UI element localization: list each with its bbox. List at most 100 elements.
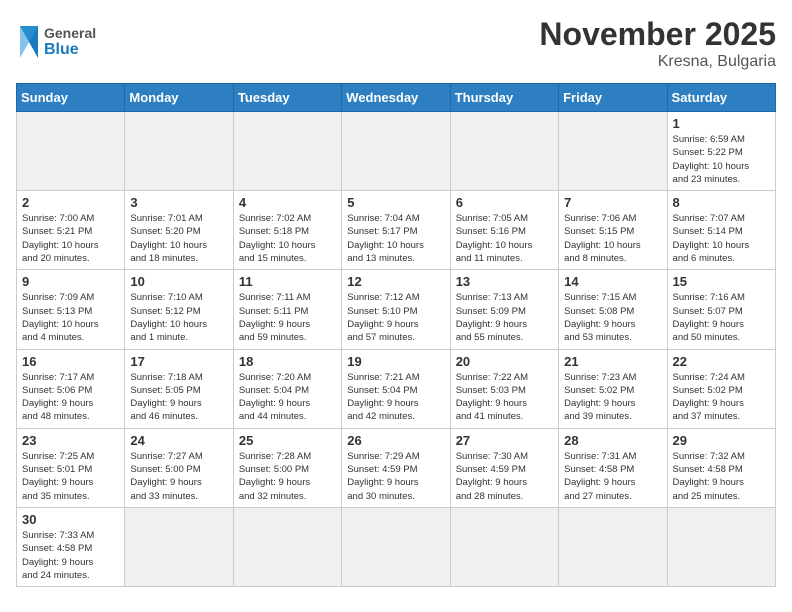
calendar-day: 21Sunrise: 7:23 AM Sunset: 5:02 PM Dayli… xyxy=(559,349,667,428)
day-info: Sunrise: 7:18 AM Sunset: 5:05 PM Dayligh… xyxy=(130,371,227,424)
calendar-day xyxy=(17,112,125,191)
calendar-day: 9 Sunrise: 7:09 AM Sunset: 5:13 PM Daylig… xyxy=(17,270,125,349)
day-number: 21 xyxy=(564,354,661,369)
day-number: 20 xyxy=(456,354,553,369)
calendar-day: 24 Sunrise: 7:27 AM Sunset: 5:00 PM Dayli… xyxy=(125,428,233,507)
day-info: Sunrise: 7:06 AM Sunset: 5:15 PM Dayligh… xyxy=(564,212,661,265)
day-info: Sunrise: 7:07 AM Sunset: 5:14 PM Dayligh… xyxy=(673,212,770,265)
day-number: 14 xyxy=(564,274,661,289)
day-number: 5 xyxy=(347,195,444,210)
weekday-header-sunday: Sunday xyxy=(17,84,125,112)
day-number: 22 xyxy=(673,354,770,369)
calendar-day: 25 Sunrise: 7:28 AM Sunset: 5:00 PM Dayli… xyxy=(233,428,341,507)
calendar-day xyxy=(342,507,450,586)
day-info: Sunrise: 7:28 AM Sunset: 5:00 PM Dayligh… xyxy=(239,450,336,503)
calendar-day: 30 Sunrise: 7:33 AM Sunset: 4:58 PM Dayli… xyxy=(17,507,125,586)
calendar-day: 19 Sunrise: 7:21 AM Sunset: 5:04 PM Dayli… xyxy=(342,349,450,428)
day-info: Sunrise: 7:32 AM Sunset: 4:58 PM Dayligh… xyxy=(673,450,770,503)
calendar-day xyxy=(233,507,341,586)
calendar-day: 27Sunrise: 7:30 AM Sunset: 4:59 PM Dayli… xyxy=(450,428,558,507)
calendar-day: 12 Sunrise: 7:12 AM Sunset: 5:10 PM Dayli… xyxy=(342,270,450,349)
day-number: 17 xyxy=(130,354,227,369)
calendar-day xyxy=(559,507,667,586)
calendar-day: 5 Sunrise: 7:04 AM Sunset: 5:17 PM Daylig… xyxy=(342,191,450,270)
title-section: November 2025 Kresna, Bulgaria xyxy=(539,16,776,71)
day-number: 18 xyxy=(239,354,336,369)
day-info: Sunrise: 7:30 AM Sunset: 4:59 PM Dayligh… xyxy=(456,450,553,503)
svg-text:General: General xyxy=(44,25,96,41)
day-number: 8 xyxy=(673,195,770,210)
calendar-day: 22 Sunrise: 7:24 AM Sunset: 5:02 PM Dayli… xyxy=(667,349,775,428)
calendar-day xyxy=(125,112,233,191)
calendar-day: 6 Sunrise: 7:05 AM Sunset: 5:16 PM Daylig… xyxy=(450,191,558,270)
calendar-day xyxy=(559,112,667,191)
calendar-day xyxy=(233,112,341,191)
calendar-day: 16Sunrise: 7:17 AM Sunset: 5:06 PM Dayli… xyxy=(17,349,125,428)
calendar-day: 17 Sunrise: 7:18 AM Sunset: 5:05 PM Dayli… xyxy=(125,349,233,428)
day-number: 9 xyxy=(22,274,119,289)
day-info: Sunrise: 7:21 AM Sunset: 5:04 PM Dayligh… xyxy=(347,371,444,424)
day-info: Sunrise: 7:01 AM Sunset: 5:20 PM Dayligh… xyxy=(130,212,227,265)
day-number: 16 xyxy=(22,354,119,369)
calendar-day: 10Sunrise: 7:10 AM Sunset: 5:12 PM Dayli… xyxy=(125,270,233,349)
day-info: Sunrise: 7:33 AM Sunset: 4:58 PM Dayligh… xyxy=(22,529,119,582)
calendar-week-2: 2 Sunrise: 7:00 AM Sunset: 5:21 PM Daylig… xyxy=(17,191,776,270)
day-info: Sunrise: 7:10 AM Sunset: 5:12 PM Dayligh… xyxy=(130,291,227,344)
day-info: Sunrise: 7:00 AM Sunset: 5:21 PM Dayligh… xyxy=(22,212,119,265)
calendar-day: 23 Sunrise: 7:25 AM Sunset: 5:01 PM Dayli… xyxy=(17,428,125,507)
day-number: 24 xyxy=(130,433,227,448)
logo-svg: General Blue xyxy=(16,16,106,68)
day-number: 6 xyxy=(456,195,553,210)
weekday-header-saturday: Saturday xyxy=(667,84,775,112)
calendar-day xyxy=(125,507,233,586)
day-info: Sunrise: 7:22 AM Sunset: 5:03 PM Dayligh… xyxy=(456,371,553,424)
calendar-day: 3 Sunrise: 7:01 AM Sunset: 5:20 PM Daylig… xyxy=(125,191,233,270)
day-info: Sunrise: 7:27 AM Sunset: 5:00 PM Dayligh… xyxy=(130,450,227,503)
day-info: Sunrise: 7:05 AM Sunset: 5:16 PM Dayligh… xyxy=(456,212,553,265)
day-info: Sunrise: 7:04 AM Sunset: 5:17 PM Dayligh… xyxy=(347,212,444,265)
day-info: Sunrise: 7:25 AM Sunset: 5:01 PM Dayligh… xyxy=(22,450,119,503)
day-info: Sunrise: 7:12 AM Sunset: 5:10 PM Dayligh… xyxy=(347,291,444,344)
page-subtitle: Kresna, Bulgaria xyxy=(539,53,776,71)
calendar-day xyxy=(450,507,558,586)
day-info: Sunrise: 7:20 AM Sunset: 5:04 PM Dayligh… xyxy=(239,371,336,424)
calendar-day: 28Sunrise: 7:31 AM Sunset: 4:58 PM Dayli… xyxy=(559,428,667,507)
weekday-header-monday: Monday xyxy=(125,84,233,112)
day-info: Sunrise: 6:59 AM Sunset: 5:22 PM Dayligh… xyxy=(673,133,770,186)
calendar-week-3: 9 Sunrise: 7:09 AM Sunset: 5:13 PM Daylig… xyxy=(17,270,776,349)
day-info: Sunrise: 7:31 AM Sunset: 4:58 PM Dayligh… xyxy=(564,450,661,503)
calendar-day xyxy=(342,112,450,191)
day-number: 12 xyxy=(347,274,444,289)
weekday-header-wednesday: Wednesday xyxy=(342,84,450,112)
day-number: 2 xyxy=(22,195,119,210)
day-info: Sunrise: 7:11 AM Sunset: 5:11 PM Dayligh… xyxy=(239,291,336,344)
calendar-week-6: 30 Sunrise: 7:33 AM Sunset: 4:58 PM Dayli… xyxy=(17,507,776,586)
calendar-week-4: 16Sunrise: 7:17 AM Sunset: 5:06 PM Dayli… xyxy=(17,349,776,428)
calendar-day: 13 Sunrise: 7:13 AM Sunset: 5:09 PM Dayli… xyxy=(450,270,558,349)
logo: General Blue xyxy=(16,16,106,68)
day-info: Sunrise: 7:13 AM Sunset: 5:09 PM Dayligh… xyxy=(456,291,553,344)
day-info: Sunrise: 7:16 AM Sunset: 5:07 PM Dayligh… xyxy=(673,291,770,344)
calendar-day: 1Sunrise: 6:59 AM Sunset: 5:22 PM Daylig… xyxy=(667,112,775,191)
calendar-day: 14Sunrise: 7:15 AM Sunset: 5:08 PM Dayli… xyxy=(559,270,667,349)
day-info: Sunrise: 7:09 AM Sunset: 5:13 PM Dayligh… xyxy=(22,291,119,344)
day-number: 30 xyxy=(22,512,119,527)
calendar-day: 18 Sunrise: 7:20 AM Sunset: 5:04 PM Dayli… xyxy=(233,349,341,428)
calendar-day xyxy=(450,112,558,191)
day-number: 19 xyxy=(347,354,444,369)
calendar-day: 7 Sunrise: 7:06 AM Sunset: 5:15 PM Daylig… xyxy=(559,191,667,270)
calendar-day: 4Sunrise: 7:02 AM Sunset: 5:18 PM Daylig… xyxy=(233,191,341,270)
calendar-day: 11Sunrise: 7:11 AM Sunset: 5:11 PM Dayli… xyxy=(233,270,341,349)
page-header: General Blue November 2025 Kresna, Bulga… xyxy=(16,16,776,71)
day-number: 13 xyxy=(456,274,553,289)
calendar-day: 26Sunrise: 7:29 AM Sunset: 4:59 PM Dayli… xyxy=(342,428,450,507)
calendar-day: 15Sunrise: 7:16 AM Sunset: 5:07 PM Dayli… xyxy=(667,270,775,349)
day-number: 3 xyxy=(130,195,227,210)
day-number: 25 xyxy=(239,433,336,448)
day-info: Sunrise: 7:24 AM Sunset: 5:02 PM Dayligh… xyxy=(673,371,770,424)
calendar-week-5: 23 Sunrise: 7:25 AM Sunset: 5:01 PM Dayli… xyxy=(17,428,776,507)
day-number: 23 xyxy=(22,433,119,448)
weekday-header-friday: Friday xyxy=(559,84,667,112)
calendar-day: 20 Sunrise: 7:22 AM Sunset: 5:03 PM Dayli… xyxy=(450,349,558,428)
day-number: 7 xyxy=(564,195,661,210)
